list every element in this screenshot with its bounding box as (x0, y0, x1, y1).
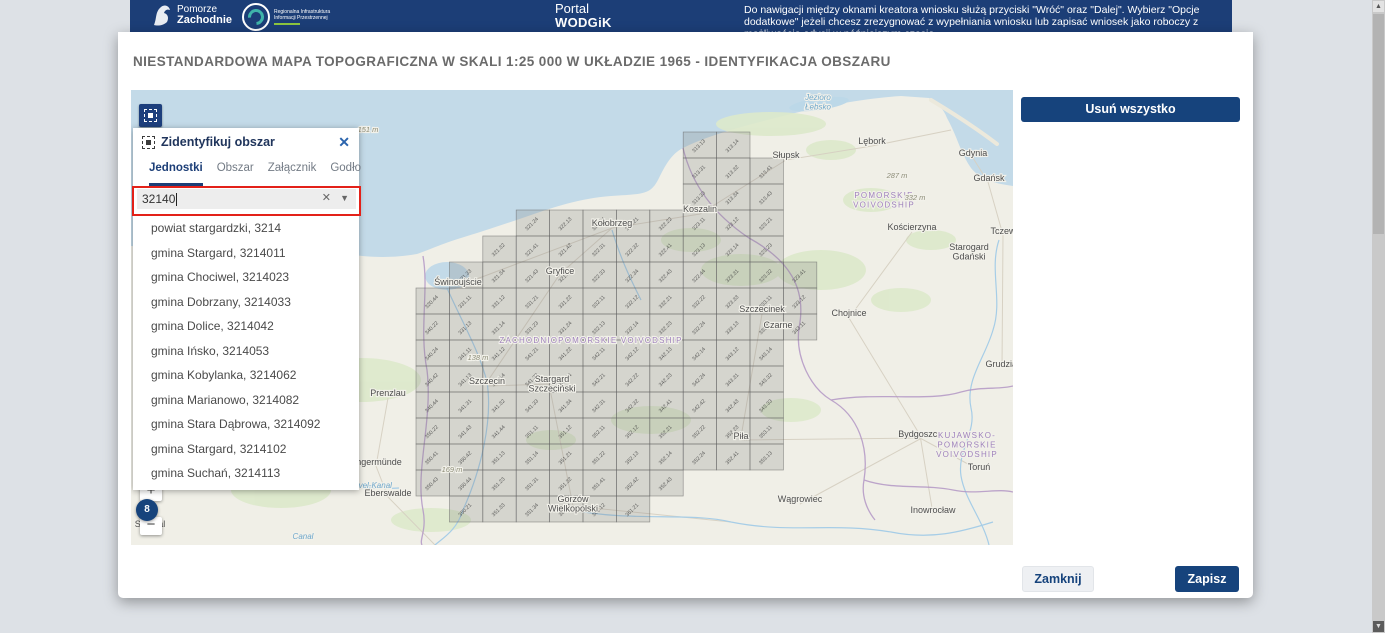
scrollbar-up-button[interactable]: ▲ (1373, 1, 1384, 12)
result-item[interactable]: gmina Marianowo, 3214082 (133, 388, 359, 413)
map-label: Kołobrzeg (592, 218, 633, 228)
map-label: Szczecinek (739, 304, 785, 314)
riip-circle-icon (242, 3, 270, 31)
annotation-highlight-box (132, 186, 361, 216)
tab-załącznik[interactable]: Załącznik (268, 162, 317, 186)
panel-title: Zidentyfikuj obszar (161, 135, 338, 149)
result-item[interactable]: gmina Stara Dąbrowa, 3214092 (133, 412, 359, 437)
map-label: KUJAWSKO-POMORSKIEVOIVODSHIP (936, 431, 998, 459)
map-label: 332 m (905, 193, 926, 202)
map-label: StarogardGdański (949, 242, 989, 262)
result-item[interactable]: gmina Kobylanka, 3214062 (133, 363, 359, 388)
page-scrollbar[interactable]: ▲ ▼ (1372, 0, 1385, 633)
portal-wodgik-logo: Portal WODGiK (555, 2, 612, 30)
result-item[interactable]: gmina Stargard, 3214011 (133, 241, 359, 266)
map-label: StargardSzczeciński (528, 374, 575, 394)
map-label: Bydgoszcz (898, 429, 942, 439)
map-label: Wągrowiec (778, 494, 823, 504)
result-item[interactable]: gmina Dolice, 3214042 (133, 314, 359, 339)
map-label: Grudziądz (985, 359, 1013, 369)
griffin-icon (150, 3, 172, 27)
save-button[interactable]: Zapisz (1175, 566, 1239, 592)
result-item[interactable]: gmina Dobrzany, 3214033 (133, 290, 359, 315)
riip-green-bar (274, 23, 300, 25)
search-results-list: powiat stargardzki, 3214gmina Stargard, … (133, 214, 359, 490)
map-label: Inowrocław (910, 505, 956, 515)
map-label: Lębork (858, 136, 886, 146)
dialog-title: NIESTANDARDOWA MAPA TOPOGRAFICZNA W SKAL… (133, 54, 891, 69)
map-label: 138 m (468, 353, 489, 362)
identify-area-panel: Zidentyfikuj obszar ✕ Jednostki Obszar Zał… (133, 128, 359, 490)
result-item[interactable]: gmina Suchań, 3214113 (133, 461, 359, 486)
result-item[interactable]: gmina Chociwel, 3214023 (133, 265, 359, 290)
riip-logo: Regionalna Infrastruktura Informacji Prz… (242, 3, 330, 31)
identify-area-panel-icon (142, 136, 155, 149)
map-label: 151 m (358, 125, 379, 134)
map-label: Prenzlau (370, 388, 406, 398)
brand-region-line2: Zachodnie (177, 15, 232, 26)
map-label: Szczecin (469, 376, 505, 386)
map-label: Toruń (968, 462, 991, 472)
map-label: Czarne (763, 320, 792, 330)
identification-dialog: NIESTANDARDOWA MAPA TOPOGRAFICZNA W SKAL… (118, 32, 1253, 598)
map-label: Słupsk (772, 150, 800, 160)
tab-jednostki[interactable]: Jednostki (149, 162, 203, 186)
pomorze-zachodnie-logo: Pomorze Zachodnie (150, 3, 232, 27)
panel-tabs: Jednostki Obszar Załącznik Godło (133, 156, 359, 186)
map-label: Gryfice (546, 266, 575, 276)
result-item[interactable]: gmina Stargard, 3214102 (133, 437, 359, 462)
identify-area-tool-button[interactable] (139, 104, 162, 127)
map-canvas[interactable]: 313.13313.14313.31313.32313.41313.33313.… (131, 90, 1013, 545)
map-label: Piła (733, 431, 748, 441)
identify-area-icon (144, 109, 157, 122)
map-label: ZACHODNIOPOMORSKIE VOIVODSHIP (499, 336, 682, 345)
map-label: Canal (293, 532, 314, 541)
map-label: Świnoujście (434, 276, 482, 287)
map-label: Koszalin (683, 204, 717, 214)
map-label: Chojnice (831, 308, 866, 318)
tab-obszar[interactable]: Obszar (217, 162, 254, 186)
result-item[interactable]: gmina Ińsko, 3214053 (133, 339, 359, 364)
map-label: Gdynia (959, 148, 988, 158)
map-label: 287 m (886, 171, 908, 180)
close-dialog-button[interactable]: Zamknij (1022, 566, 1094, 592)
scrollbar-down-button[interactable]: ▼ (1373, 621, 1384, 632)
remove-all-button[interactable]: Usuń wszystko (1021, 97, 1240, 122)
portal-line1: Portal (555, 2, 612, 16)
map-label: Gdańsk (973, 173, 1005, 183)
wizard-header-banner: Pomorze Zachodnie Regionalna Infrastrukt… (130, 0, 1232, 32)
panel-close-icon[interactable]: ✕ (338, 134, 350, 151)
map-label: Kościerzyna (887, 222, 936, 232)
result-item[interactable]: powiat stargardzki, 3214 (133, 216, 359, 241)
zoom-level-badge: 8 (136, 499, 158, 521)
portal-line2: WODGiK (555, 16, 612, 30)
map-label: Tczew (990, 226, 1013, 236)
riip-line2: Informacji Przestrzennej (274, 15, 330, 21)
tab-godło[interactable]: Godło (330, 162, 361, 186)
map-label: 169 m (442, 465, 463, 474)
scrollbar-thumb[interactable] (1373, 14, 1384, 234)
map-label: JezioroŁebsko (804, 93, 831, 112)
